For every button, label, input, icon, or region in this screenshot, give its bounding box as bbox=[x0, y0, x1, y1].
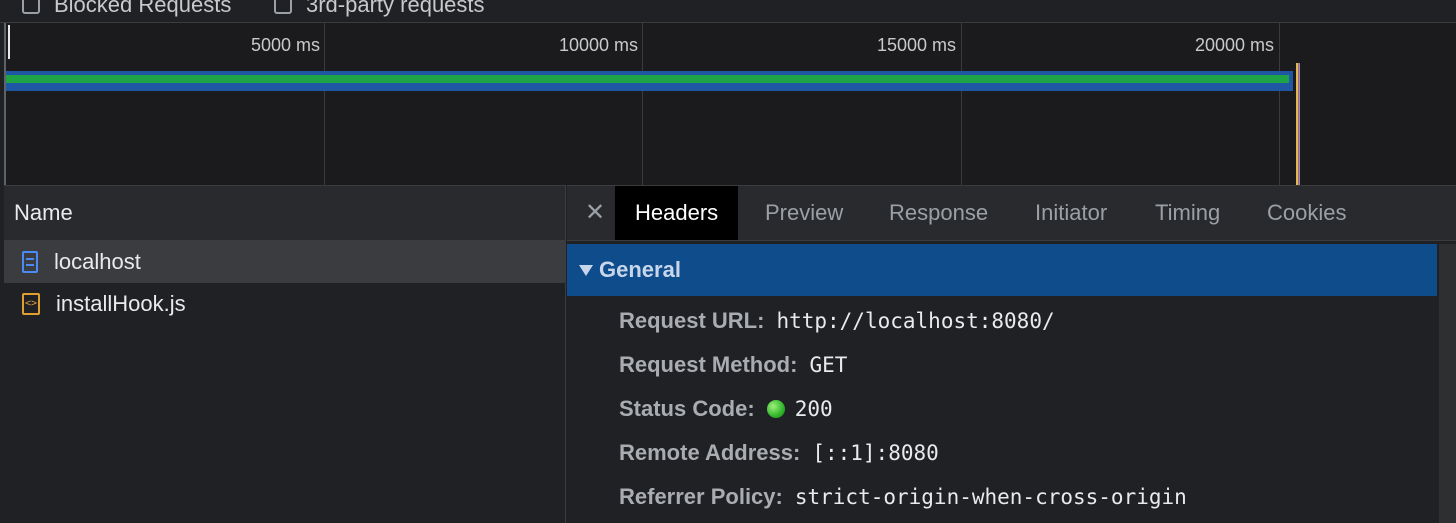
tab-initiator[interactable]: Initiator bbox=[1035, 186, 1107, 240]
field-remote-address: Remote Address: [::1]:8080 bbox=[619, 440, 939, 466]
third-party-label: 3rd-party requests bbox=[306, 0, 485, 17]
request-details: ✕ Headers Preview Response Initiator Tim… bbox=[567, 185, 1456, 523]
third-party-checkbox[interactable] bbox=[274, 0, 292, 14]
field-value: 200 bbox=[794, 397, 833, 421]
third-party-filter[interactable]: 3rd-party requests bbox=[274, 0, 485, 18]
field-status-code: Status Code: 200 bbox=[619, 396, 833, 422]
gridline bbox=[324, 23, 325, 185]
tab-timing[interactable]: Timing bbox=[1155, 186, 1220, 240]
field-value: [::1]:8080 bbox=[812, 441, 939, 465]
field-request-method: Request Method: GET bbox=[619, 352, 847, 378]
field-key: Request Method: bbox=[619, 352, 798, 377]
blocked-requests-label: Blocked Requests bbox=[54, 0, 232, 17]
tick-label: 10000 ms bbox=[558, 35, 638, 55]
tick-label: 20000 ms bbox=[1194, 35, 1274, 55]
field-request-url: Request URL: http://localhost:8080/ bbox=[619, 308, 1055, 334]
name-column-header[interactable]: Name bbox=[4, 186, 565, 241]
gridline bbox=[642, 23, 643, 185]
waterfall-bar-receiving bbox=[6, 75, 1289, 83]
tab-response[interactable]: Response bbox=[889, 186, 988, 240]
scrollbar[interactable] bbox=[1439, 244, 1456, 523]
details-tabs: ✕ Headers Preview Response Initiator Tim… bbox=[567, 186, 1456, 241]
script-icon: <> bbox=[22, 293, 40, 315]
tick-label: 5000 ms bbox=[250, 35, 320, 55]
section-title: General bbox=[599, 257, 681, 282]
expand-triangle-icon bbox=[579, 264, 593, 276]
blocked-requests-checkbox[interactable] bbox=[22, 0, 40, 14]
timeline-overview[interactable]: 5000 ms 10000 ms 15000 ms 20000 ms bbox=[4, 23, 1456, 185]
request-name: localhost bbox=[54, 249, 141, 274]
field-value: strict-origin-when-cross-origin bbox=[794, 485, 1187, 509]
timeline-start-handle[interactable] bbox=[8, 25, 10, 59]
request-row-installhook[interactable]: <> installHook.js bbox=[4, 283, 565, 325]
status-ok-icon bbox=[766, 400, 785, 418]
blocked-requests-filter[interactable]: Blocked Requests bbox=[22, 0, 231, 18]
document-icon bbox=[22, 251, 38, 273]
request-list: Name localhost <> installHook.js bbox=[4, 185, 566, 523]
general-section-header[interactable]: General bbox=[567, 244, 1437, 296]
field-value: GET bbox=[809, 353, 848, 377]
field-key: Status Code: bbox=[619, 396, 755, 421]
request-name: installHook.js bbox=[56, 291, 186, 316]
gridline bbox=[1279, 23, 1280, 185]
field-key: Referrer Policy: bbox=[619, 484, 783, 509]
filter-bar: Blocked Requests 3rd-party requests bbox=[0, 0, 1456, 23]
gridline bbox=[961, 23, 962, 185]
field-key: Request URL: bbox=[619, 308, 765, 333]
field-referrer-policy: Referrer Policy: strict-origin-when-cros… bbox=[619, 484, 1187, 510]
field-value: http://localhost:8080/ bbox=[776, 309, 1055, 333]
close-icon[interactable]: ✕ bbox=[585, 198, 605, 227]
field-key: Remote Address: bbox=[619, 440, 801, 465]
tick-label: 15000 ms bbox=[876, 35, 956, 55]
finish-marker bbox=[1299, 63, 1300, 185]
tab-preview[interactable]: Preview bbox=[765, 186, 843, 240]
request-row-localhost[interactable]: localhost bbox=[4, 241, 565, 283]
tab-headers[interactable]: Headers bbox=[615, 186, 739, 240]
tab-cookies[interactable]: Cookies bbox=[1267, 186, 1346, 240]
